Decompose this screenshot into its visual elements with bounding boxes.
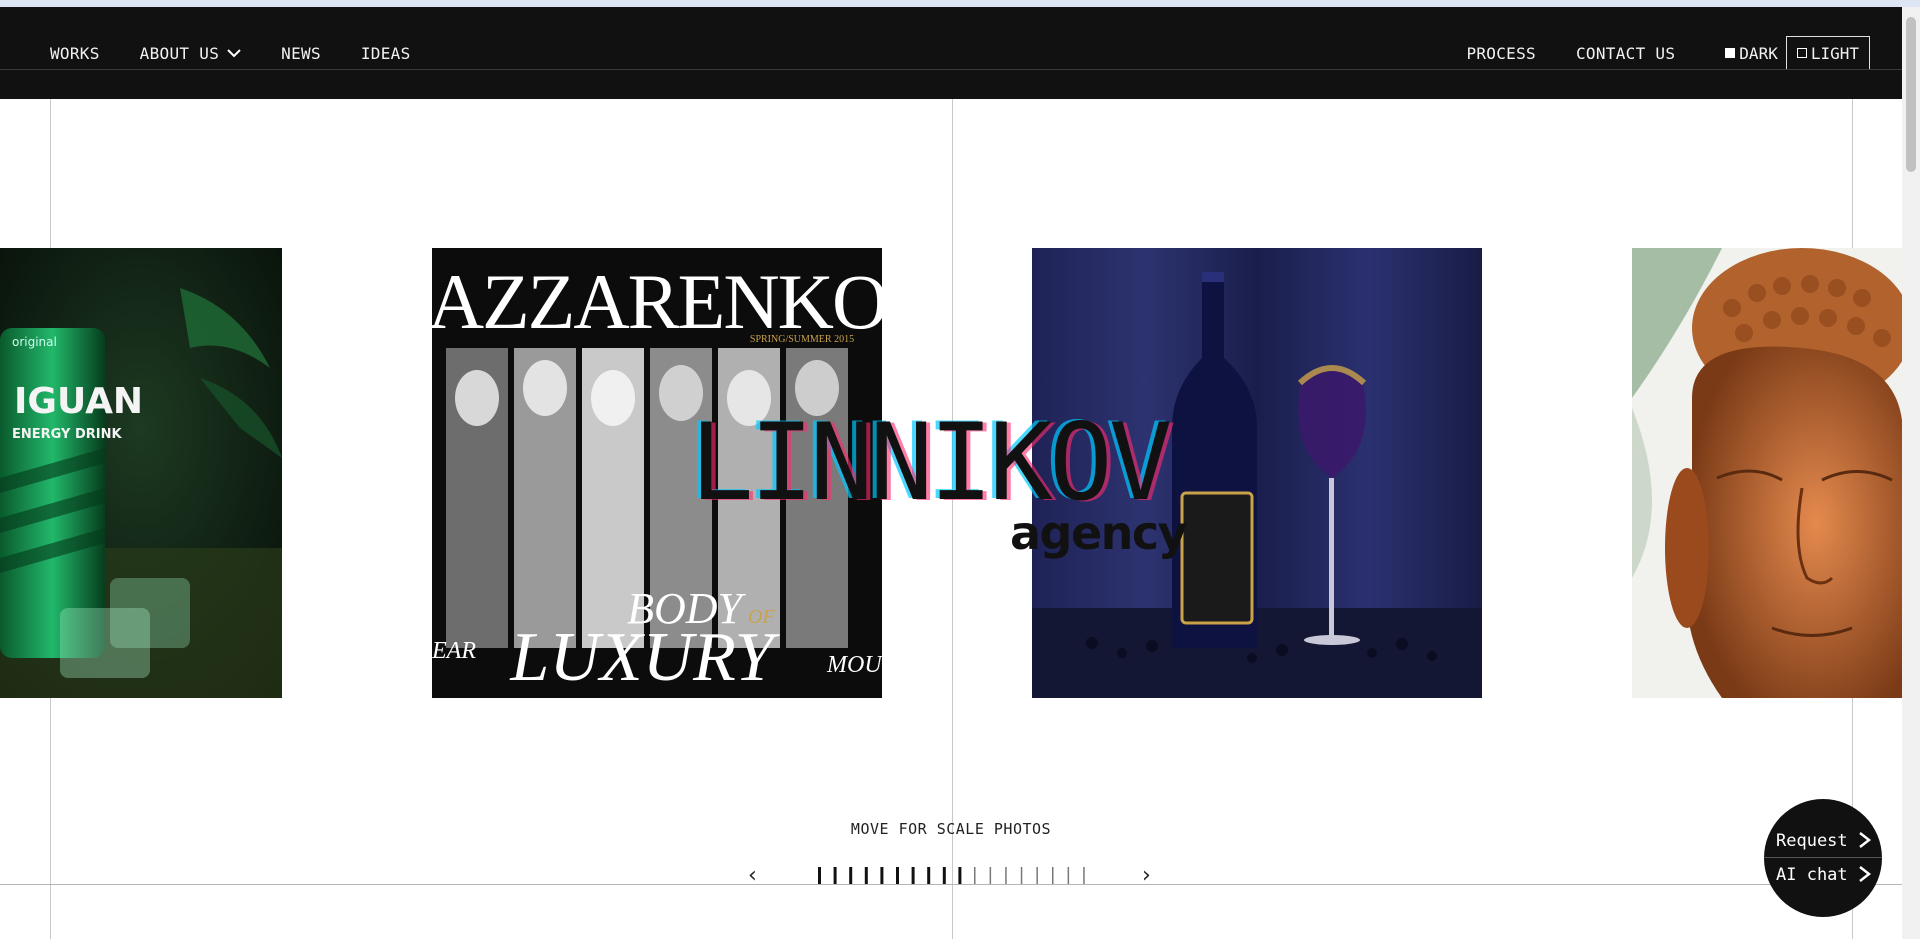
pager-tick[interactable] xyxy=(974,867,976,885)
nav-contact-us[interactable]: CONTACT US xyxy=(1576,44,1675,63)
pager-tick[interactable] xyxy=(1067,867,1070,885)
ai-chat-button[interactable]: AI chat xyxy=(1776,865,1872,885)
pager-tick[interactable] xyxy=(896,867,899,885)
pager-tick[interactable] xyxy=(958,867,962,885)
magazine-right-fragment: MOU xyxy=(826,652,882,678)
logo-sub-text: agency xyxy=(1010,506,1188,560)
can-sub: ENERGY DRINK xyxy=(12,427,122,442)
energy-drink-image: original IGUAN ENERGY DRINK xyxy=(0,248,282,698)
theme-dark-label: DARK xyxy=(1739,43,1778,63)
nav-news[interactable]: NEWS xyxy=(281,44,321,63)
pager-tick[interactable] xyxy=(911,867,915,885)
scrollbar-thumb[interactable] xyxy=(1906,17,1916,172)
top-navigation-bar: WORKS ABOUT US NEWS IDEAS PROCESS CONTAC… xyxy=(0,7,1902,99)
magazine-left-fragment: EAR xyxy=(432,638,476,664)
nav-about-us-label: ABOUT US xyxy=(139,43,220,63)
magazine-luxury: LUXURY xyxy=(509,619,780,696)
pager-tick[interactable] xyxy=(1036,867,1038,885)
theme-light-toggle[interactable]: LIGHT xyxy=(1785,36,1870,70)
cta-divider xyxy=(1764,857,1882,858)
chevron-right-icon xyxy=(1859,832,1871,848)
ai-chat-label: AI chat xyxy=(1776,865,1848,885)
cta-bubble: Request AI chat xyxy=(1764,799,1882,917)
pager-tick[interactable] xyxy=(880,867,884,885)
can-brand: IGUAN xyxy=(14,381,143,422)
magazine-season: SPRING/SUMMER 2015 xyxy=(750,334,854,345)
nav-right-group: PROCESS CONTACT US DARK LIGHT xyxy=(1426,7,1870,99)
theme-light-label: LIGHT xyxy=(1810,43,1859,63)
outlined-square-icon xyxy=(1796,48,1807,58)
logo-main-text: LINNIKOV LINNIKOV LINNIKOV xyxy=(686,409,1177,517)
chevron-right-icon xyxy=(1859,866,1871,882)
carousel-slide-buddha[interactable] xyxy=(1632,248,1902,698)
can-text-top: original xyxy=(12,335,57,349)
nav-works[interactable]: WORKS xyxy=(50,44,100,63)
magazine-title: AZZARENKO xyxy=(432,258,882,345)
nav-ideas[interactable]: IDEAS xyxy=(361,44,411,63)
bottom-guide-line xyxy=(0,884,1902,885)
nav-left-group: WORKS ABOUT US NEWS IDEAS xyxy=(50,7,451,99)
chevron-down-icon xyxy=(227,49,241,58)
filled-square-icon xyxy=(1725,48,1736,58)
nav-about-us[interactable]: ABOUT US xyxy=(140,44,241,63)
pager-tick[interactable] xyxy=(833,867,837,885)
browser-top-strip xyxy=(0,0,1920,7)
slide-progress-ticks[interactable] xyxy=(818,867,1088,885)
carousel-slide-energy-drink[interactable]: original IGUAN ENERGY DRINK xyxy=(0,248,282,698)
nav-process[interactable]: PROCESS xyxy=(1466,44,1536,63)
pager-tick[interactable] xyxy=(849,867,853,885)
buddha-head-image xyxy=(1632,248,1902,698)
request-label: Request xyxy=(1776,831,1848,851)
pager-tick[interactable] xyxy=(1020,867,1023,885)
request-button[interactable]: Request xyxy=(1776,831,1872,851)
pager-tick[interactable] xyxy=(1005,867,1007,885)
pager-tick[interactable] xyxy=(927,867,931,885)
pager-tick[interactable] xyxy=(864,867,868,885)
pager-tick[interactable] xyxy=(1083,867,1085,885)
pager-tick[interactable] xyxy=(942,867,946,885)
pager-tick[interactable] xyxy=(989,867,992,885)
pager-tick[interactable] xyxy=(818,867,821,885)
theme-dark-toggle[interactable]: DARK xyxy=(1725,44,1778,63)
pager-tick[interactable] xyxy=(1052,867,1054,885)
nav-guide-line xyxy=(0,69,1902,70)
scale-hint: MOVE FOR SCALE PHOTOS xyxy=(850,820,1052,838)
page-scrollbar[interactable] xyxy=(1902,7,1920,939)
brand-logo: LINNIKOV LINNIKOV LINNIKOV agency xyxy=(686,409,1230,561)
